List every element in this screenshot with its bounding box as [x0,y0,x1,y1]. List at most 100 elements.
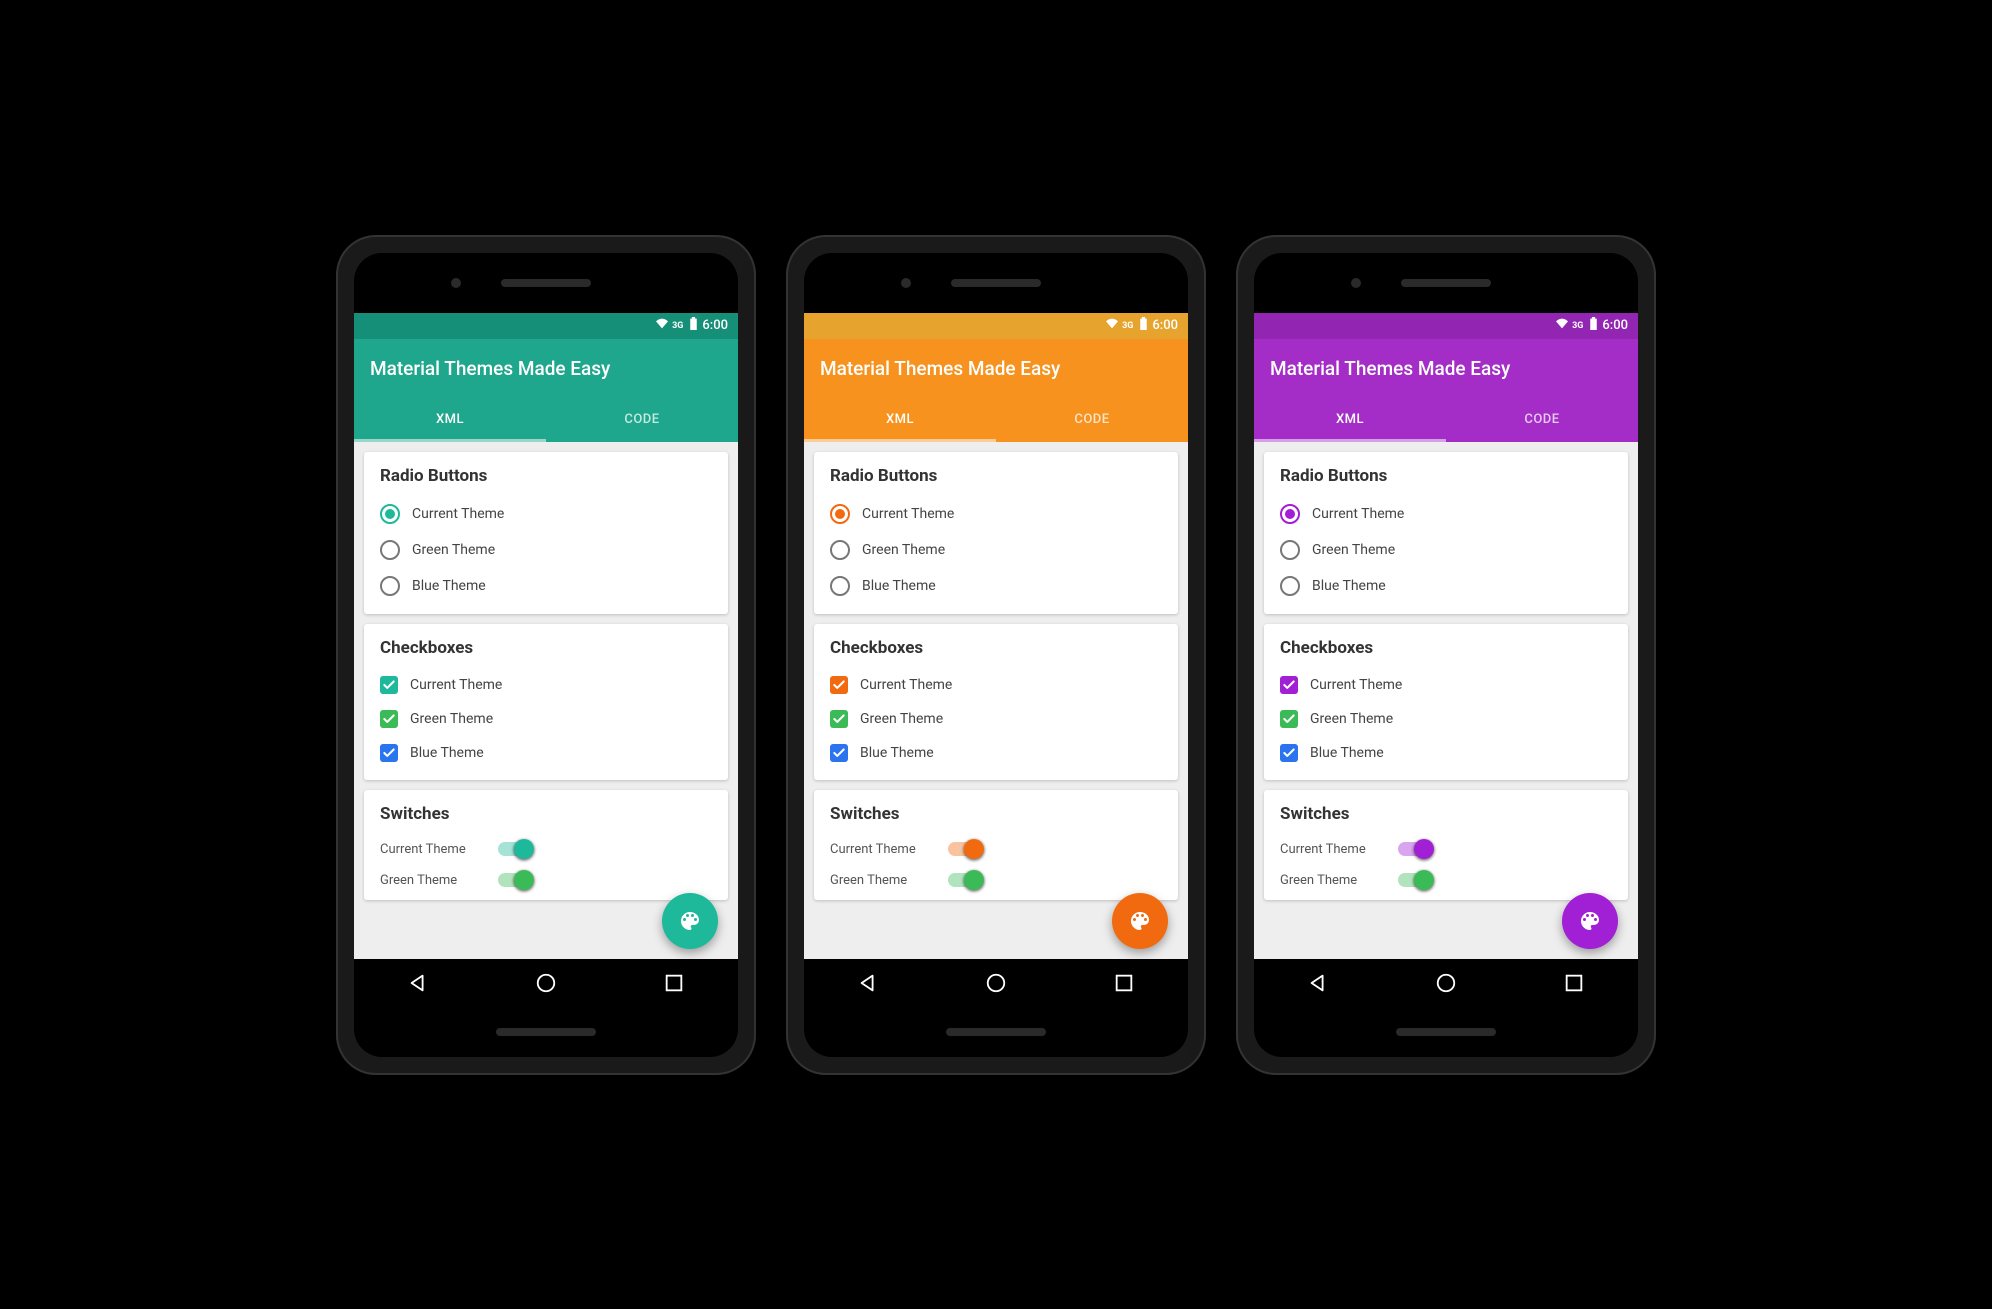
radio-row[interactable]: Current Theme [1280,496,1612,532]
radio-row[interactable]: Blue Theme [1280,568,1612,604]
checkbox-row[interactable]: Green Theme [380,702,712,736]
network-label: 3G [1572,321,1583,331]
radio-section-title: Radio Buttons [380,466,712,486]
palette-fab[interactable] [1112,893,1168,949]
radio-buttons-card: Radio ButtonsCurrent ThemeGreen ThemeBlu… [1264,452,1628,614]
checkbox-row[interactable]: Blue Theme [1280,736,1612,770]
tab-xml[interactable]: XML [1254,398,1446,442]
switch-row[interactable]: Current Theme [380,834,712,865]
checkbox-row[interactable]: Blue Theme [380,736,712,770]
battery-icon [689,317,698,334]
phone-speaker-area [354,253,738,313]
app-bar-title: Material Themes Made Easy [1254,339,1638,398]
checkbox-label: Current Theme [410,677,502,693]
android-nav-bar [354,959,738,1007]
switch-toggle[interactable] [498,842,532,856]
content-area: Radio Buttons Current Theme Green Theme Blu… [354,442,738,959]
content-area: Radio ButtonsCurrent ThemeGreen ThemeBlu… [1254,442,1638,959]
radio-buttons-card: Radio Buttons Current Theme Green Theme Blu… [364,452,728,614]
tab-xml[interactable]: XML [354,398,546,442]
switch-row[interactable]: Green Theme [1280,865,1612,896]
checkbox-icon [830,676,848,694]
checkbox-icon [380,676,398,694]
checkbox-label: Green Theme [860,711,943,727]
checkbox-row[interactable]: Current Theme [380,668,712,702]
switch-toggle[interactable] [948,873,982,887]
phone-speaker-area [1254,253,1638,313]
tab-bar: XMLCODE [804,398,1188,442]
radio-row[interactable]: Current Theme [830,496,1162,532]
switch-row[interactable]: Current Theme [830,834,1162,865]
nav-recents-button[interactable] [1563,972,1585,994]
wifi-icon [1104,317,1120,334]
checkbox-label: Green Theme [1310,711,1393,727]
radio-row[interactable]: Current Theme [380,496,712,532]
network-label: 3G [672,321,683,331]
radio-icon [830,504,850,524]
radio-row[interactable]: Green Theme [380,532,712,568]
palette-fab[interactable] [662,893,718,949]
tab-xml[interactable]: XML [804,398,996,442]
checkbox-icon [1280,744,1298,762]
checkbox-row[interactable]: Current Theme [1280,668,1612,702]
checkbox-label: Blue Theme [860,745,934,761]
checkbox-row[interactable]: Current Theme [830,668,1162,702]
palette-fab[interactable] [1562,893,1618,949]
checkboxes-card: CheckboxesCurrent ThemeGreen ThemeBlue T… [814,624,1178,780]
status-time: 6:00 [1152,318,1178,333]
checkboxes-card: CheckboxesCurrent ThemeGreen ThemeBlue T… [364,624,728,780]
nav-back-button[interactable] [1307,972,1329,994]
checkbox-row[interactable]: Green Theme [830,702,1162,736]
switch-label: Green Theme [380,873,480,888]
nav-recents-button[interactable] [1113,972,1135,994]
radio-row[interactable]: Green Theme [1280,532,1612,568]
tab-code[interactable]: CODE [1446,398,1638,442]
radio-label: Green Theme [1312,542,1395,558]
nav-back-button[interactable] [857,972,879,994]
switch-toggle[interactable] [1398,842,1432,856]
checkbox-label: Green Theme [410,711,493,727]
radio-icon [830,576,850,596]
wifi-icon [654,317,670,334]
nav-recents-button[interactable] [663,972,685,994]
radio-label: Green Theme [862,542,945,558]
switch-section-title: Switches [380,804,712,824]
radio-icon [380,540,400,560]
tab-code[interactable]: CODE [996,398,1188,442]
checkbox-icon [830,744,848,762]
nav-home-button[interactable] [1435,972,1457,994]
checkbox-label: Blue Theme [1310,745,1384,761]
tab-code[interactable]: CODE [546,398,738,442]
phone-chin [1254,1007,1638,1057]
phone-chin [354,1007,738,1057]
switch-toggle[interactable] [948,842,982,856]
checkbox-label: Blue Theme [410,745,484,761]
switch-toggle[interactable] [498,873,532,887]
battery-icon [1589,317,1598,334]
phone-frame-inner: 3G6:00Material Themes Made EasyXMLCODERa… [354,253,738,1057]
radio-label: Current Theme [412,506,504,522]
nav-home-button[interactable] [535,972,557,994]
switch-row[interactable]: Current Theme [1280,834,1612,865]
switch-label: Current Theme [380,842,480,857]
wifi-icon [1554,317,1570,334]
phone-device-teal: 3G6:00Material Themes Made EasyXMLCODERa… [336,235,756,1075]
radio-row[interactable]: Green Theme [830,532,1162,568]
switch-label: Current Theme [1280,842,1380,857]
switch-row[interactable]: Green Theme [830,865,1162,896]
nav-back-button[interactable] [407,972,429,994]
switch-toggle[interactable] [1398,873,1432,887]
checkbox-icon [830,710,848,728]
switch-row[interactable]: Green Theme [380,865,712,896]
nav-home-button[interactable] [985,972,1007,994]
checkbox-icon [380,744,398,762]
checkbox-row[interactable]: Blue Theme [830,736,1162,770]
radio-row[interactable]: Blue Theme [830,568,1162,604]
android-nav-bar [804,959,1188,1007]
radio-label: Blue Theme [412,578,486,594]
status-bar: 3G6:00 [1254,313,1638,339]
phone-frame-inner: 3G6:00Material Themes Made EasyXMLCODERa… [804,253,1188,1057]
checkbox-row[interactable]: Green Theme [1280,702,1612,736]
radio-row[interactable]: Blue Theme [380,568,712,604]
switch-label: Current Theme [830,842,930,857]
